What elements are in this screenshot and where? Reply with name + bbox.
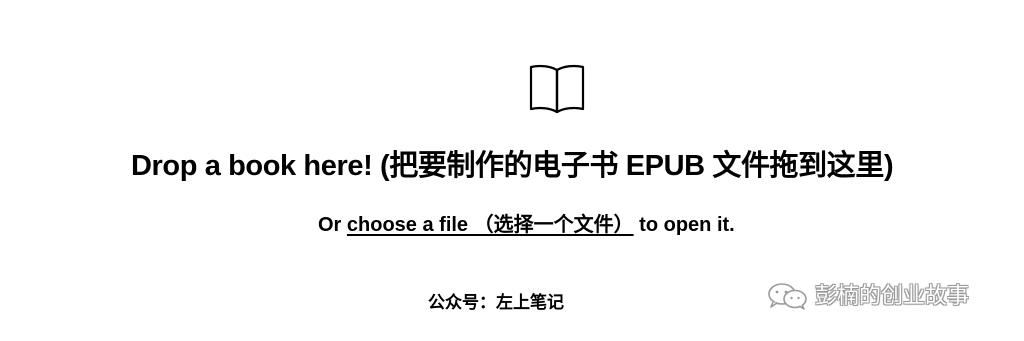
watermark: 彭楠的创业故事 (765, 281, 969, 311)
watermark-text: 彭楠的创业故事 (815, 283, 970, 308)
open-book-icon (529, 64, 585, 114)
choose-file-link[interactable]: choose a file （选择一个文件） (347, 214, 634, 236)
file-picker-prompt: Or choose a file （选择一个文件） to open it. (318, 211, 735, 239)
drop-zone-headline: Drop a book here! (把要制作的电子书 EPUB 文件拖到这里) (131, 150, 894, 182)
prompt-suffix: to open it. (633, 214, 735, 236)
wechat-icon (768, 283, 807, 310)
wechat-account-label: 公众号：左上笔记 (428, 293, 564, 312)
prompt-prefix: Or (318, 214, 347, 236)
